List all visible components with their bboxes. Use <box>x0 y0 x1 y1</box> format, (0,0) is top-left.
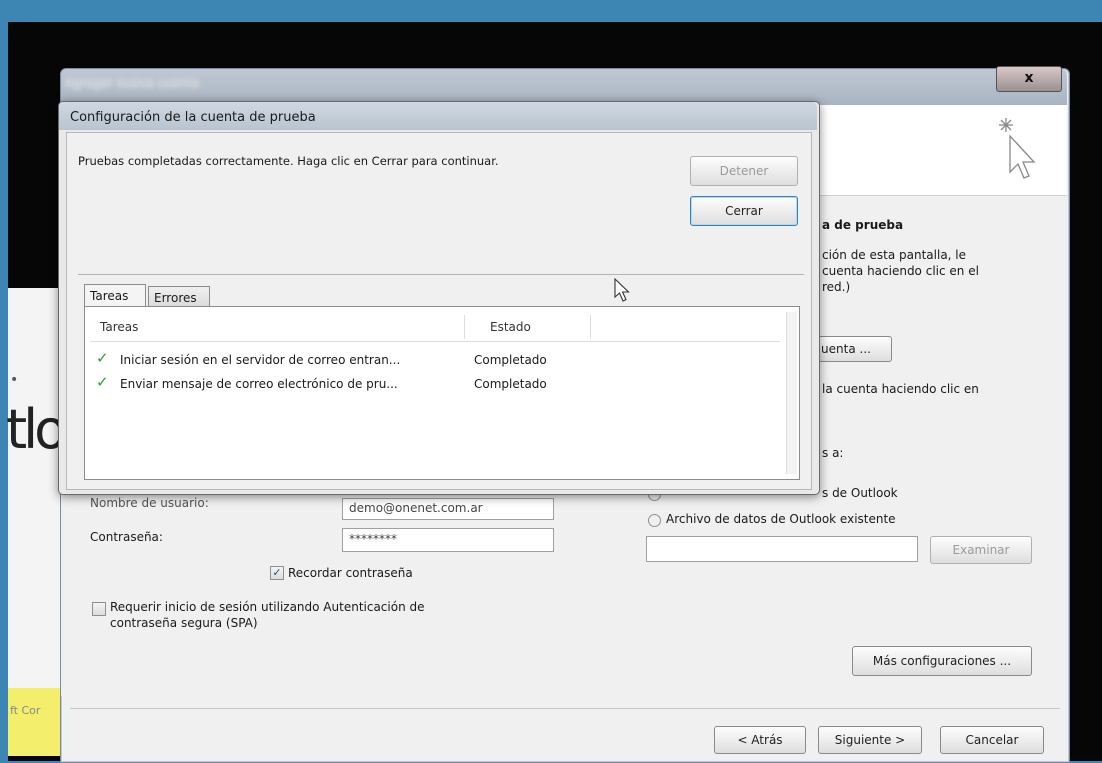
tab-errors[interactable]: Errores <box>148 286 210 306</box>
background-footer-text: ft Cor <box>10 704 41 717</box>
test-dialog-title: Configuración de la cuenta de prueba <box>70 110 316 125</box>
task-name: Iniciar sesión en el servidor de correo … <box>120 353 401 367</box>
task-row[interactable]: ✓ Iniciar sesión en el servidor de corre… <box>92 349 782 372</box>
spa-label-line2: contraseña segura (SPA) <box>110 616 258 630</box>
test-settings-text-1: ción de esta pantalla, le <box>822 248 967 262</box>
password-input[interactable]: ******** <box>342 528 554 552</box>
test-settings-text-3: red.) <box>822 280 851 294</box>
check-icon: ✓ <box>96 349 109 367</box>
footer-separator <box>70 708 1060 709</box>
back-button[interactable]: < Atrás <box>714 726 806 754</box>
stop-button[interactable]: Detener <box>690 156 798 186</box>
test-settings-heading: a de prueba <box>822 218 904 232</box>
background-bullet: • <box>10 372 19 388</box>
cancel-button[interactable]: Cancelar <box>940 726 1044 754</box>
remember-password-label: Recordar contraseña <box>288 566 413 580</box>
username-input[interactable]: demo@onenet.com.ar <box>342 498 554 520</box>
test-settings-text-4: la cuenta haciendo clic en <box>822 382 979 396</box>
password-label: Contraseña: <box>90 530 163 544</box>
data-file-path-input[interactable] <box>646 536 918 562</box>
task-state: Completado <box>474 353 547 367</box>
more-settings-button[interactable]: Más configuraciones ... <box>852 646 1032 676</box>
new-data-file-label: s de Outlook <box>822 486 898 500</box>
existing-data-file-label: Archivo de datos de Outlook existente <box>666 512 896 526</box>
task-list-header: Tareas Estado <box>90 315 780 342</box>
close-button[interactable]: Cerrar <box>690 196 798 226</box>
test-dialog-separator <box>78 274 804 275</box>
tab-tasks[interactable]: Tareas <box>84 284 146 306</box>
next-button[interactable]: Siguiente > <box>818 726 922 754</box>
check-icon: ✓ <box>96 373 109 391</box>
close-icon[interactable]: x <box>996 66 1062 92</box>
column-header-tasks[interactable]: Tareas <box>100 320 138 334</box>
existing-data-file-radio[interactable] <box>648 514 661 527</box>
username-label: Nombre de usuario: <box>90 496 209 510</box>
browse-button[interactable]: Examinar <box>930 536 1032 564</box>
background-logo-text: tlo <box>6 398 67 461</box>
deliver-to-label: s a: <box>822 446 844 460</box>
add-account-title: Agregar nueva cuenta <box>65 76 199 90</box>
test-result-message: Pruebas completadas correctamente. Haga … <box>78 154 499 168</box>
test-settings-text-2: cuenta haciendo clic en el <box>822 264 979 278</box>
task-name: Enviar mensaje de correo electrónico de … <box>120 377 398 391</box>
task-state: Completado <box>474 377 547 391</box>
cursor-sparkle-icon <box>999 118 1036 179</box>
task-row[interactable]: ✓ Enviar mensaje de correo electrónico d… <box>92 373 782 396</box>
column-header-state[interactable]: Estado <box>490 320 531 334</box>
remember-password-checkbox[interactable]: ✓ <box>270 566 284 580</box>
mouse-pointer-icon <box>614 278 630 302</box>
spa-checkbox[interactable] <box>92 602 106 616</box>
task-list-scrollbar[interactable] <box>786 312 797 474</box>
spa-label-line1: Requerir inicio de sesión utilizando Aut… <box>110 600 425 614</box>
